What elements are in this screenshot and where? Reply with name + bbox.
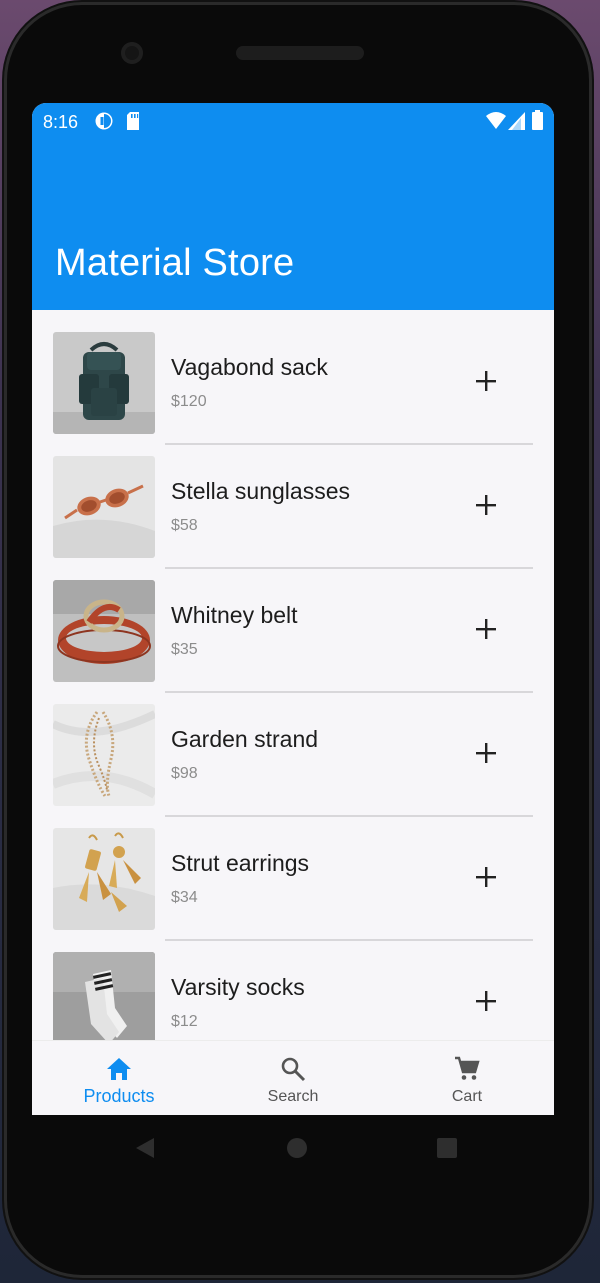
list-item[interactable]: Whitney belt $35 (32, 558, 554, 693)
add-icon[interactable] (473, 988, 499, 1014)
product-name: Strut earrings (171, 850, 310, 876)
product-image (53, 456, 155, 558)
home-icon (107, 1058, 131, 1080)
tab-cart[interactable]: Cart (380, 1041, 554, 1115)
product-name: Vagabond sack (171, 354, 328, 380)
recents-icon[interactable] (434, 1135, 460, 1161)
product-image (53, 580, 155, 682)
product-name: Whitney belt (171, 602, 298, 628)
tab-label: Products (83, 1086, 155, 1106)
list-item[interactable]: Stella sunglasses $58 (32, 434, 554, 569)
add-icon[interactable] (473, 740, 499, 766)
app-bar: 8:16 Material Store (32, 103, 554, 310)
wifi-icon (486, 112, 506, 129)
tab-products[interactable]: Products (32, 1041, 206, 1115)
product-price: $35 (171, 641, 198, 658)
product-list[interactable]: Vagabond sack $120 Stella sunglasses $58… (32, 310, 554, 1040)
product-price: $58 (171, 517, 198, 534)
product-image (53, 828, 155, 930)
list-item[interactable]: Strut earrings $34 (32, 806, 554, 941)
product-price: $12 (171, 1013, 198, 1030)
sd-card-icon (127, 112, 139, 130)
add-icon[interactable] (473, 864, 499, 890)
status-bar: 8:16 (32, 103, 554, 141)
add-icon[interactable] (473, 492, 499, 518)
tab-label: Search (267, 1088, 319, 1105)
list-item[interactable]: Vagabond sack $120 (32, 310, 554, 445)
tab-label: Cart (451, 1088, 483, 1105)
product-price: $34 (171, 889, 198, 906)
cart-icon (455, 1056, 480, 1080)
earpiece-speaker (236, 46, 364, 60)
app-notification-icon (95, 112, 113, 130)
search-icon (281, 1057, 306, 1082)
list-item[interactable]: Garden strand $98 (32, 682, 554, 817)
add-icon[interactable] (473, 616, 499, 642)
product-image (53, 704, 155, 806)
system-navigation-bar (32, 1115, 554, 1185)
product-price: $98 (171, 765, 198, 782)
product-name: Varsity socks (171, 974, 305, 1000)
app-screen: 8:16 Material Store Vagabond sack $120 S… (32, 103, 554, 1115)
front-camera (121, 42, 143, 64)
signal-icon (508, 112, 525, 130)
tab-search[interactable]: Search (206, 1041, 380, 1115)
home-button-icon[interactable] (284, 1135, 310, 1161)
add-icon[interactable] (473, 368, 499, 394)
product-price: $120 (171, 393, 207, 410)
list-item[interactable]: Varsity socks $12 (32, 930, 554, 1040)
product-name: Stella sunglasses (171, 478, 350, 504)
page-title: Material Store (55, 242, 295, 284)
product-image (53, 952, 155, 1040)
battery-icon (532, 110, 543, 130)
product-image (53, 332, 155, 434)
product-name: Garden strand (171, 726, 319, 752)
back-icon[interactable] (132, 1135, 158, 1161)
status-time: 8:16 (43, 112, 79, 132)
bottom-navigation: Products Search Cart (32, 1040, 554, 1115)
